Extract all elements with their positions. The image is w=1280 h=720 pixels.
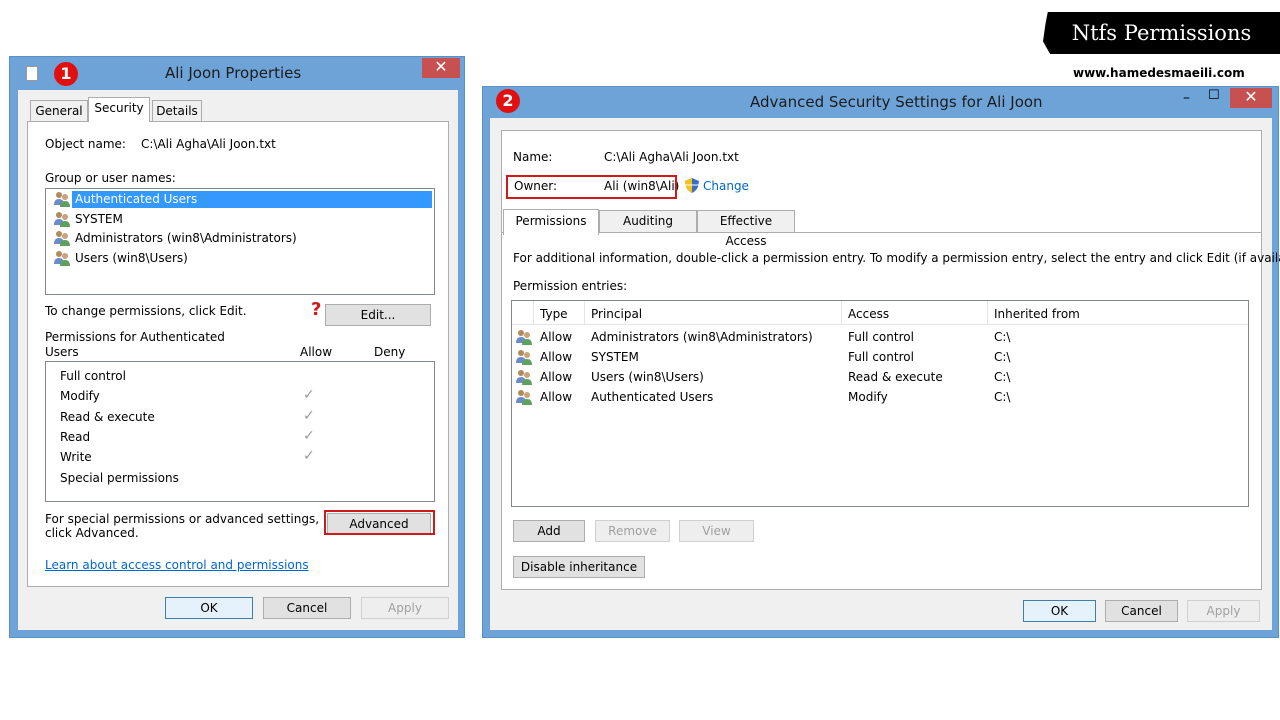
cancel-button[interactable]: Cancel — [263, 597, 351, 619]
learn-more-link[interactable]: Learn about access control and permissio… — [45, 558, 309, 572]
shield-icon — [685, 178, 699, 193]
name-label: Name: — [513, 150, 553, 164]
header-divider-2 — [584, 301, 585, 325]
row-principal: Authenticated Users — [591, 390, 714, 404]
permission-name: Read & execute — [60, 409, 155, 424]
allow-check-icon: ✓ — [303, 427, 315, 444]
users-group-icon — [53, 211, 71, 227]
user-list-item[interactable]: Users (win8\Users) — [75, 251, 188, 265]
properties-title: Ali Joon Properties — [165, 64, 302, 82]
maximize-button[interactable]: ☐ — [1208, 88, 1220, 103]
row-type: Allow — [540, 330, 573, 344]
allow-check-icon: ✓ — [303, 387, 315, 404]
permission-name: Write — [60, 450, 92, 465]
user-list-item[interactable]: Administrators (win8\Administrators) — [75, 231, 297, 245]
advanced-cancel-button[interactable]: Cancel — [1105, 600, 1178, 622]
row-access: Full control — [848, 350, 914, 364]
row-access: Full control — [848, 330, 914, 344]
change-owner-link[interactable]: Change — [703, 179, 749, 193]
users-group-icon — [515, 389, 533, 405]
ok-button[interactable]: OK — [165, 597, 253, 619]
permissions-for-label-1: Permissions for Authenticated — [45, 330, 225, 344]
row-type: Allow — [540, 370, 573, 384]
tab-underline-gap — [504, 232, 598, 234]
tab-general[interactable]: General — [30, 100, 88, 122]
users-group-icon — [515, 369, 533, 385]
name-value: C:\Ali Agha\Ali Joon.txt — [604, 150, 739, 164]
advanced-ok-button[interactable]: OK — [1023, 600, 1096, 622]
disable-inheritance-button[interactable]: Disable inheritance — [513, 556, 645, 578]
users-group-icon — [53, 250, 71, 266]
row-principal: SYSTEM — [591, 350, 639, 364]
permissions-for-label-2: Users — [45, 345, 79, 359]
permission-entries-label: Permission entries: — [513, 279, 628, 293]
advanced-close-button[interactable]: ✕ — [1230, 88, 1272, 108]
row-inherited: C:\ — [994, 370, 1011, 384]
row-access: Read & execute — [848, 370, 943, 384]
column-principal[interactable]: Principal — [591, 307, 642, 321]
advanced-apply-button[interactable]: Apply — [1187, 600, 1260, 622]
allow-header: Allow — [300, 345, 333, 359]
banner-title: Ntfs Permissions — [1071, 21, 1252, 45]
row-principal: Administrators (win8\Administrators) — [591, 330, 813, 344]
row-inherited: C:\ — [994, 330, 1011, 344]
header-divider-3 — [841, 301, 842, 325]
permission-name: Modify — [60, 389, 100, 404]
apply-button[interactable]: Apply — [361, 597, 449, 619]
advanced-title: Advanced Security Settings for Ali Joon — [750, 93, 1043, 111]
tab-security[interactable]: Security — [88, 97, 150, 122]
users-group-icon — [53, 230, 71, 246]
group-names-label: Group or user names: — [45, 171, 176, 185]
permission-name: Special permissions — [60, 470, 179, 485]
row-principal: Users (win8\Users) — [591, 370, 704, 384]
minimize-button[interactable]: – — [1183, 90, 1190, 106]
permission-name: Full control — [60, 369, 126, 383]
row-type: Allow — [540, 350, 573, 364]
user-list-item[interactable]: SYSTEM — [75, 212, 123, 226]
row-type: Allow — [540, 390, 573, 404]
owner-highlight-box — [506, 175, 677, 199]
object-name-value: C:\Ali Agha\Ali Joon.txt — [141, 137, 276, 151]
step-badge-1: 1 — [54, 62, 78, 86]
view-button[interactable]: View — [679, 520, 754, 542]
deny-header: Deny — [374, 345, 406, 359]
remove-button[interactable]: Remove — [595, 520, 670, 542]
tab-details[interactable]: Details — [152, 100, 202, 122]
step-badge-2: 2 — [496, 89, 520, 113]
tab-auditing[interactable]: Auditing — [599, 210, 697, 232]
advanced-highlight-box — [324, 510, 435, 535]
row-access: Modify — [848, 390, 888, 404]
question-mark: ? — [311, 299, 322, 320]
allow-check-icon: ✓ — [303, 448, 315, 465]
users-group-icon — [515, 329, 533, 345]
change-permissions-text: To change permissions, click Edit. — [45, 304, 247, 318]
properties-close-button[interactable]: ✕ — [422, 58, 460, 78]
tab-effective-access[interactable]: Effective Access — [697, 210, 795, 248]
allow-check-icon: ✓ — [303, 407, 315, 424]
header-divider-4 — [987, 301, 988, 325]
column-type[interactable]: Type — [540, 307, 568, 321]
file-icon — [26, 66, 38, 81]
special-permissions-text-2: click Advanced. — [45, 526, 139, 540]
users-group-icon — [515, 349, 533, 365]
user-list-item[interactable]: Authenticated Users — [75, 192, 197, 206]
site-url: www.hamedesmaeili.com — [1073, 66, 1245, 80]
column-inherited-from[interactable]: Inherited from — [994, 307, 1080, 321]
edit-button[interactable]: Edit... — [325, 304, 431, 326]
users-group-icon — [53, 191, 71, 207]
add-button[interactable]: Add — [513, 520, 585, 542]
row-inherited: C:\ — [994, 390, 1011, 404]
info-text: For additional information, double-click… — [513, 251, 1280, 265]
permission-name: Read — [60, 429, 91, 444]
tab-divider — [501, 232, 1262, 233]
column-access[interactable]: Access — [848, 307, 889, 321]
header-divider-1 — [533, 301, 534, 325]
special-permissions-text-1: For special permissions or advanced sett… — [45, 512, 320, 526]
object-name-label: Object name: — [45, 137, 126, 151]
row-inherited: C:\ — [994, 350, 1011, 364]
